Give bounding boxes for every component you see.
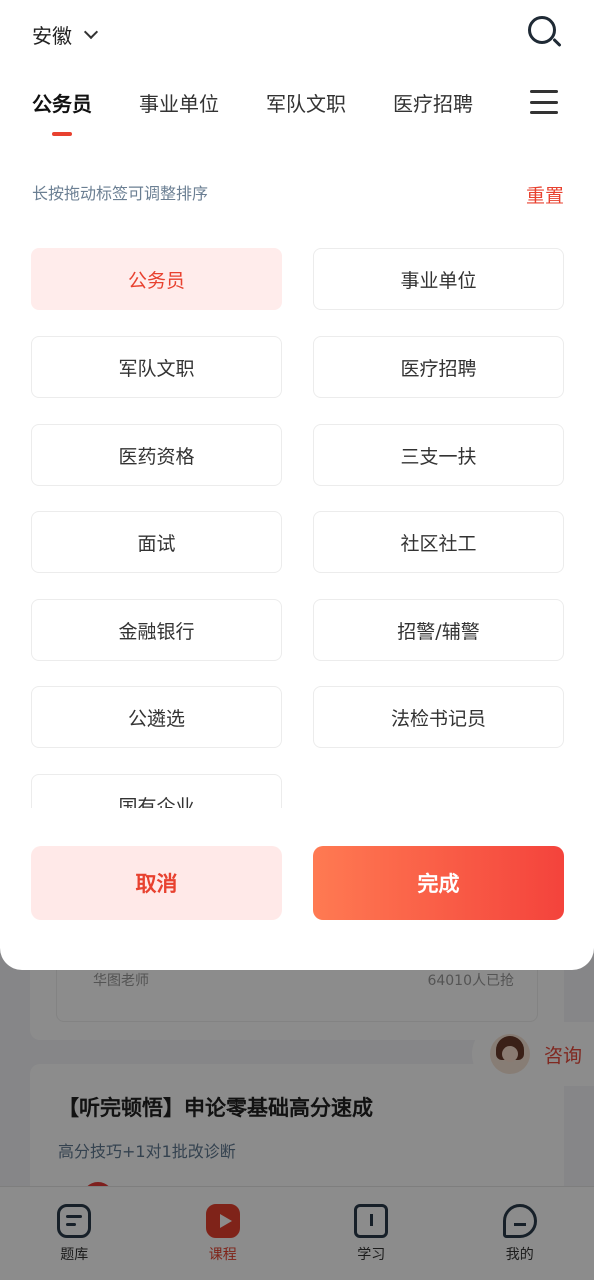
drag-hint: 长按拖动标签可调整排序 — [32, 184, 209, 203]
reset-button[interactable]: 重置 — [526, 181, 564, 208]
tag-chip[interactable]: 社区社工 — [313, 511, 564, 573]
menu-icon[interactable] — [530, 90, 558, 114]
channel-tabs: 公务员 事业单位 军队文职 医疗招聘 医 — [0, 88, 520, 140]
tag-chip[interactable]: 招警/辅警 — [313, 599, 564, 661]
done-button[interactable]: 完成 — [313, 846, 564, 920]
region-selector[interactable]: 安徽 — [32, 20, 99, 49]
tab-civil-servant[interactable]: 公务员 — [32, 88, 92, 136]
tag-chip[interactable]: 医药资格 — [31, 424, 282, 486]
tag-chip[interactable]: 军队文职 — [31, 336, 282, 398]
tag-chip[interactable]: 事业单位 — [313, 248, 564, 310]
tab-medical-recruitment[interactable]: 医疗招聘 — [393, 88, 473, 117]
tag-chip[interactable]: 医疗招聘 — [313, 336, 564, 398]
tag-chip[interactable]: 三支一扶 — [313, 424, 564, 486]
region-label: 安徽 — [32, 24, 72, 48]
tab-military-civilian[interactable]: 军队文职 — [266, 88, 346, 117]
tag-chip[interactable]: 金融银行 — [31, 599, 282, 661]
search-icon[interactable] — [528, 16, 562, 50]
tab-public-institution[interactable]: 事业单位 — [139, 88, 219, 117]
tag-grid: 公务员 事业单位 军队文职 医疗招聘 医药资格 三支一扶 面试 社区社工 金融银… — [0, 248, 594, 808]
tag-chip[interactable]: 国有企业 — [31, 774, 282, 808]
tag-chip[interactable]: 法检书记员 — [313, 686, 564, 748]
top-bar: 安徽 — [0, 0, 594, 70]
tag-chip[interactable]: 公务员 — [31, 248, 282, 310]
tag-chip[interactable]: 公遴选 — [31, 686, 282, 748]
chevron-down-icon — [83, 24, 99, 39]
channel-editor-sheet: 安徽 公务员 事业单位 军队文职 医疗招聘 医 长按拖动标签可调整排序 重置 公… — [0, 0, 594, 970]
tag-chip[interactable]: 面试 — [31, 511, 282, 573]
cancel-button[interactable]: 取消 — [31, 846, 282, 920]
